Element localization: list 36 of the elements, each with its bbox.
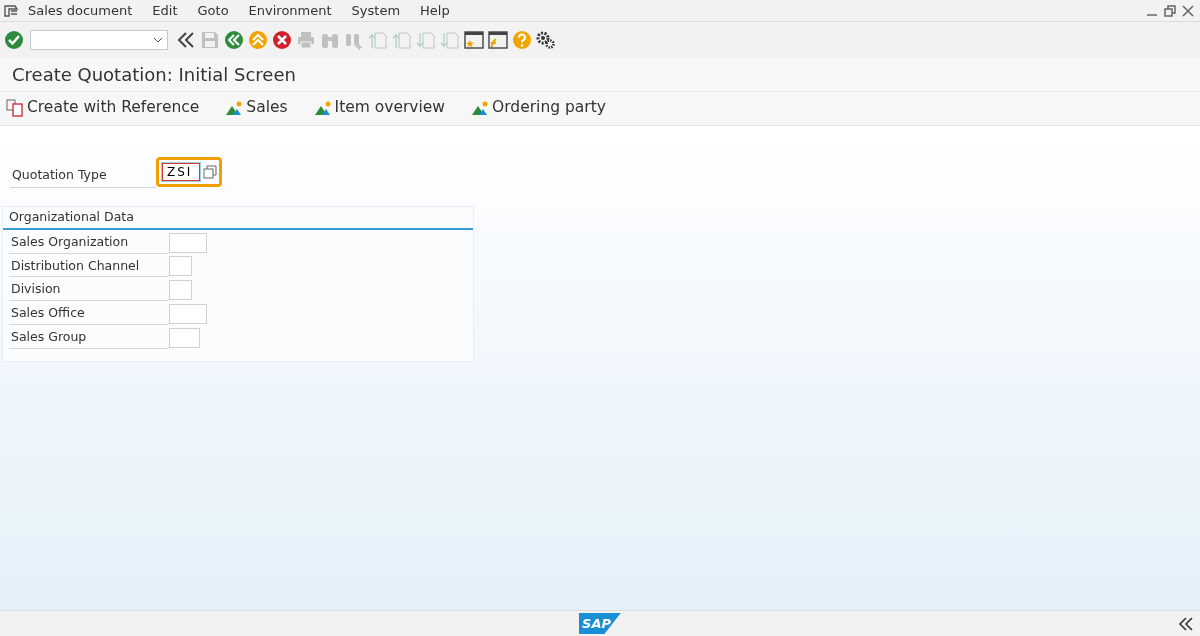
quotation-type-field[interactable]: ZSI xyxy=(161,162,201,183)
mountain-sun-icon xyxy=(471,99,490,116)
sap-logo: SAP xyxy=(579,612,621,635)
double-chevron-left-icon[interactable] xyxy=(176,30,196,50)
menu-icon[interactable] xyxy=(4,4,18,17)
cancel-icon[interactable] xyxy=(272,30,292,50)
create-with-reference-button[interactable]: Create with Reference xyxy=(6,96,200,120)
double-chevron-left-icon[interactable] xyxy=(1178,617,1194,631)
back-icon[interactable] xyxy=(224,30,244,50)
menu-item[interactable]: Goto xyxy=(187,0,239,21)
check-icon[interactable] xyxy=(4,30,24,50)
input-field[interactable] xyxy=(169,256,192,277)
mountain-sun-icon xyxy=(313,99,332,116)
dropdown-caret-icon xyxy=(153,37,163,43)
input-field[interactable] xyxy=(169,327,200,348)
field-label: Quotation Type xyxy=(10,164,156,188)
copy-icon xyxy=(6,98,24,117)
menu-item[interactable]: Sales document xyxy=(18,0,143,21)
toolbar-button[interactable]: Item overview xyxy=(313,96,446,120)
screen-title: Create Quotation: Initial Screen xyxy=(0,58,1200,92)
mountain-sun-icon xyxy=(225,99,244,116)
command-field[interactable] xyxy=(30,30,168,50)
toolbar-button[interactable]: Sales xyxy=(225,96,288,120)
value-help-icon[interactable] xyxy=(203,165,217,180)
menu-item[interactable]: Help xyxy=(410,0,460,21)
input-field[interactable] xyxy=(169,232,207,253)
settings-icon[interactable] xyxy=(536,30,556,50)
restore-icon[interactable] xyxy=(1164,4,1176,17)
menu-item[interactable]: System xyxy=(341,0,411,21)
menu-item[interactable]: Edit xyxy=(142,0,188,21)
group-title: Organizational Data xyxy=(3,207,473,230)
close-icon[interactable] xyxy=(1182,4,1194,17)
input-field[interactable] xyxy=(169,303,207,324)
menu-item[interactable]: Environment xyxy=(238,0,342,21)
toolbar-button[interactable]: Ordering party xyxy=(471,96,606,120)
input-field[interactable] xyxy=(169,280,192,301)
